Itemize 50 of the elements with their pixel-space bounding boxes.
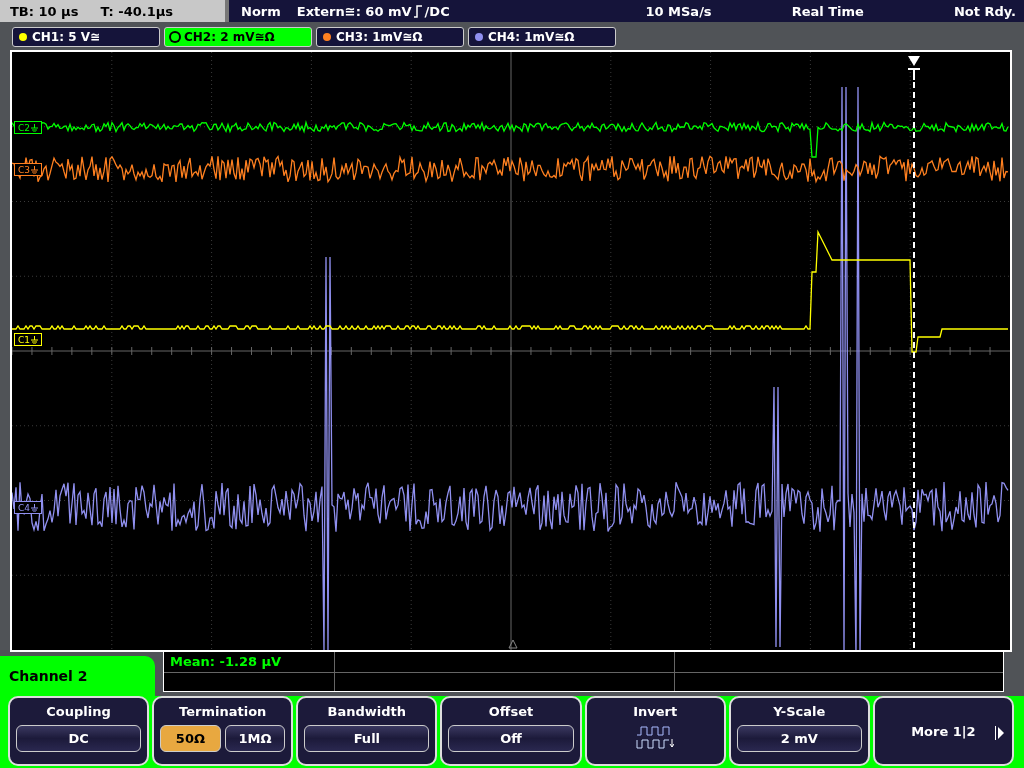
channel-marker[interactable]: C2 <box>14 121 42 134</box>
ground-icon <box>31 335 38 344</box>
softkey-label: More 1|2 <box>911 723 976 739</box>
softkey[interactable]: Invert <box>584 696 726 766</box>
option-button[interactable]: 1MΩ <box>224 725 286 752</box>
softkey-label: Bandwidth <box>327 704 407 719</box>
softkey[interactable]: Offset Off <box>440 696 582 766</box>
timebase-label: TB: 10 µs <box>10 3 79 19</box>
ground-icon <box>31 503 38 512</box>
marker-label: C2 <box>18 122 30 133</box>
marker-label: C3 <box>18 164 30 175</box>
softkey[interactable]: Coupling DC <box>8 696 150 766</box>
channel-marker[interactable]: C4 <box>14 501 42 514</box>
softkey-label: Coupling <box>46 704 111 719</box>
acquisition-mode-label: Real Time <box>791 3 864 19</box>
softkey-label: Invert <box>633 704 678 719</box>
channel-marker[interactable]: C1 <box>14 333 42 346</box>
softkey-label: Y-Scale <box>773 704 826 719</box>
marker-label: C1 <box>18 334 30 345</box>
invert-icon <box>636 725 675 751</box>
softkey-label: Offset <box>488 704 534 719</box>
trigger-coupling-label: /DC <box>424 3 450 19</box>
value-button[interactable]: 2 mV <box>736 725 862 752</box>
trigger-time-label: T: -40.1µs <box>100 3 174 19</box>
channel-tab[interactable]: CH4: 1mV≅Ω <box>468 27 616 47</box>
sample-rate-label: 10 MSa/s <box>645 3 712 19</box>
measurement-value: Mean: -1.28 µV <box>170 654 282 669</box>
channel-tab[interactable]: CH1: 5 V≅ <box>12 27 160 47</box>
channel-marker[interactable]: C3 <box>14 163 42 176</box>
value-button[interactable]: DC <box>16 725 142 752</box>
trigger-marker-icon <box>907 56 921 81</box>
marker-label: C4 <box>18 502 30 513</box>
value-button[interactable]: Off <box>448 725 574 752</box>
trigger-source-label: Extern≅: 60 mV <box>296 3 412 19</box>
trigger-state-label: Not Rdy. <box>953 3 1016 19</box>
softkey[interactable]: More 1|2 <box>872 696 1014 766</box>
trigger-mode-label: Norm <box>241 3 281 19</box>
value-button[interactable]: Full <box>304 725 430 752</box>
softkey-label: Termination <box>179 704 267 719</box>
softkey[interactable]: Bandwidth Full <box>296 696 438 766</box>
softkey[interactable]: Y-Scale 2 mV <box>728 696 870 766</box>
channel-tab[interactable]: CH2: 2 mV≅Ω <box>164 27 312 47</box>
ground-icon <box>31 165 38 174</box>
ground-icon <box>31 123 38 132</box>
position-marker-icon <box>508 639 518 649</box>
rising-edge-icon <box>413 4 423 18</box>
option-button[interactable]: 50Ω <box>160 725 221 752</box>
softkey[interactable]: Termination 50Ω 1MΩ <box>152 696 294 766</box>
arrow-icon <box>995 726 1004 740</box>
channel-tab[interactable]: CH3: 1mV≅Ω <box>316 27 464 47</box>
